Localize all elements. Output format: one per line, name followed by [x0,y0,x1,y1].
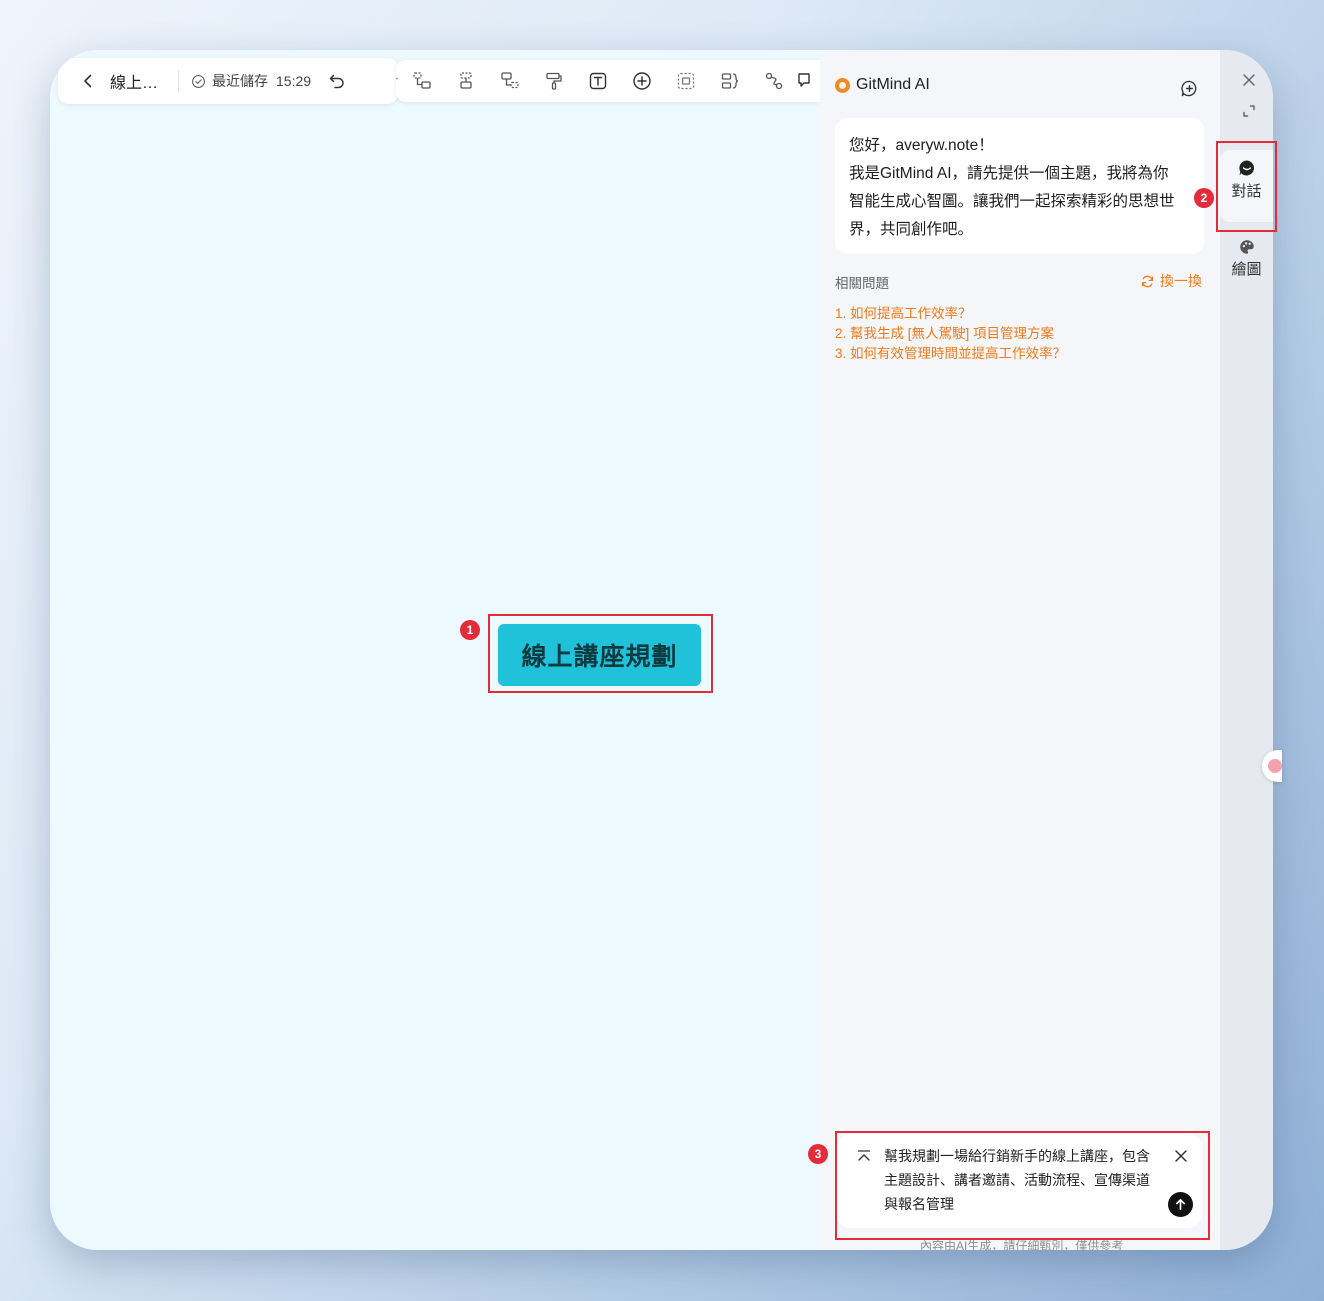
tab-draw-label: 繪圖 [1231,261,1262,278]
relation-icon [765,72,783,90]
close-icon [1243,74,1255,86]
suggestion-item[interactable]: 2. 幫我生成 [無人駕駛] 項目管理方案 [835,324,1066,344]
app-window: 線上… 最近儲存 15:29 1 線上講座規劃 GitMind AI 您好，av… [50,50,1273,1250]
divider [178,70,179,92]
refresh-label: 換一換 [1160,273,1202,289]
add-child-icon [413,72,431,89]
text-icon [589,72,607,90]
new-chat-button[interactable] [1178,77,1200,99]
group-icon [677,72,695,90]
refresh-icon [1141,275,1154,287]
comment-icon [798,73,810,87]
format-painter-button[interactable] [532,60,576,102]
new-chat-icon [1180,80,1196,96]
palette-icon [1239,240,1254,254]
root-topic-node[interactable]: 線上講座規劃 [498,624,701,686]
gitmind-logo-icon [835,77,850,93]
greeting-line: 我是GitMind AI，請先提供一個主題，我將為你 [849,165,1169,182]
relation-button[interactable] [752,60,796,102]
greeting-line: 界，共同創作吧。 [849,221,974,238]
close-panel-button[interactable] [1238,69,1260,91]
check-circle-icon [192,74,205,88]
add-parent-button[interactable] [488,60,532,102]
related-questions-label: 相關問題 [835,276,889,291]
chevron-left-icon [84,74,92,88]
expand-panel-button[interactable] [1238,100,1260,122]
add-child-button[interactable] [400,60,444,102]
tab-draw[interactable]: 繪圖 [1220,238,1273,279]
text-button[interactable] [576,60,620,102]
ai-panel-title: GitMind AI [856,76,930,93]
summary-button[interactable] [708,60,752,102]
undo-button[interactable] [323,67,351,95]
mindmap-canvas[interactable]: 線上… 最近儲存 15:29 1 線上講座規劃 [50,50,820,1250]
step-badge-3: 3 [808,1144,828,1164]
add-sibling-button[interactable] [444,60,488,102]
comment-button[interactable] [796,60,816,102]
suggestion-item[interactable]: 1. 如何提高工作效率？ [835,304,1066,324]
suggestion-item[interactable]: 3. 如何有效管理時間並提高工作效率？ [835,344,1066,364]
greeting-line: 您好，averyw.note！ [849,137,994,154]
format-painter-icon [546,72,562,90]
step-badge-1: 1 [460,620,480,640]
undo-icon [329,74,344,89]
back-button[interactable] [70,63,106,99]
save-status: 最近儲存 15:29 [191,71,311,91]
ai-header: GitMind AI [835,76,930,94]
expand-icon [1243,105,1255,117]
save-time: 15:29 [276,73,312,89]
ai-greeting-message: 您好，averyw.note！ 我是GitMind AI，請先提供一個主題，我將… [835,118,1204,254]
group-button[interactable] [664,60,708,102]
save-label: 最近儲存 [212,73,268,89]
ai-assistant-panel: GitMind AI 您好，averyw.note！ 我是GitMind AI，… [820,50,1220,1250]
document-title[interactable]: 線上… [110,69,170,93]
greeting-line: 智能生成心智圖。讓我們一起探索精彩的思想世 [849,193,1175,210]
add-sibling-icon [460,72,472,89]
step-badge-2: 2 [1194,188,1214,208]
top-bar: 線上… 最近儲存 15:29 [58,58,398,104]
edit-toolbar [396,60,820,102]
highlight-box-chat-tab [1216,141,1277,232]
insert-button[interactable] [620,60,664,102]
summary-icon [721,73,739,89]
suggestion-list: 1. 如何提高工作效率？ 2. 幫我生成 [無人駕駛] 項目管理方案 3. 如何… [835,304,1066,364]
plus-circle-icon [633,72,651,90]
highlight-box-input [835,1131,1210,1240]
refresh-suggestions-button[interactable]: 換一換 [1140,271,1202,291]
add-parent-icon [501,72,519,89]
